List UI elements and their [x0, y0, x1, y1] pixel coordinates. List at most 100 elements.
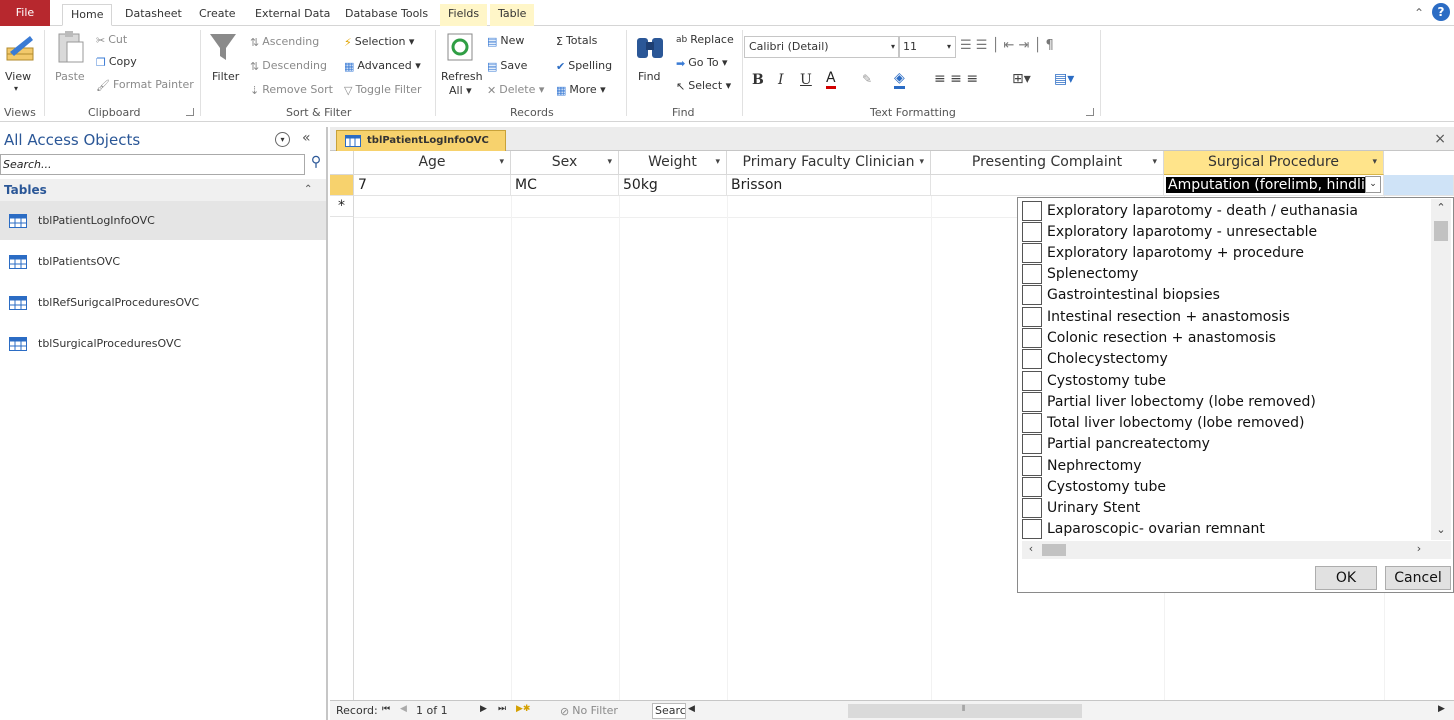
cell-presenting-complaint[interactable] — [931, 175, 1164, 196]
cell-surgical-procedure[interactable]: Amputation (forelimb, hindli ⌄ — [1164, 175, 1384, 196]
collapse-group-icon[interactable]: ⌃ — [304, 179, 312, 201]
document-tab[interactable]: tblPatientLogInfoOVC — [336, 130, 506, 151]
dropdown-option[interactable]: Cholecystectomy — [1022, 349, 1168, 370]
column-header-surgical-procedure[interactable]: Surgical Procedure ▾ — [1164, 151, 1384, 175]
save-record-button[interactable]: ▤ Save — [487, 59, 527, 73]
align-icons[interactable]: ≡ ≡ ≡ — [934, 71, 978, 87]
cut-button[interactable]: ✂ Cut — [96, 33, 127, 47]
tab-datasheet[interactable]: Datasheet — [117, 4, 190, 26]
last-record-icon[interactable]: ⏭ — [498, 704, 506, 714]
collapse-ribbon-icon[interactable]: ⌃ — [1414, 6, 1424, 20]
more-button[interactable]: ▦ More ▾ — [556, 83, 606, 97]
tab-table[interactable]: Table — [490, 4, 535, 26]
option-checkbox[interactable] — [1022, 222, 1042, 242]
dropdown-option[interactable]: Laparoscopic- ovarian remnant — [1022, 519, 1265, 540]
grid-scroll-right-icon[interactable]: ▶ — [1438, 704, 1445, 714]
option-checkbox[interactable] — [1022, 285, 1042, 305]
dropdown-horizontal-scrollbar[interactable]: ‹ › — [1022, 541, 1451, 559]
dropdown-option[interactable]: Exploratory laparotomy - death / euthana… — [1022, 201, 1358, 222]
combobox-dropdown-icon[interactable]: ⌄ — [1365, 176, 1381, 193]
nav-item-tblsurgicalproceduresovc[interactable]: tblSurgicalProceduresOVC — [0, 324, 326, 363]
scroll-right-icon[interactable]: › — [1412, 542, 1426, 555]
scroll-up-icon[interactable]: ⌃ — [1431, 201, 1451, 214]
column-filter-icon[interactable]: ▾ — [499, 151, 504, 173]
nav-search-input[interactable]: Search... — [0, 154, 305, 175]
refresh-all-label[interactable]: All ▾ — [449, 84, 472, 97]
tab-external-data[interactable]: External Data — [247, 4, 338, 26]
column-header-presenting-complaint[interactable]: Presenting Complaint ▾ — [931, 151, 1164, 175]
column-header-sex[interactable]: Sex ▾ — [511, 151, 619, 175]
font-color-icon[interactable]: A — [826, 70, 836, 89]
new-record-nav-icon[interactable]: ▶✱ — [516, 704, 530, 714]
replace-button[interactable]: ab Replace — [676, 33, 734, 46]
column-filter-icon[interactable]: ▾ — [607, 151, 612, 173]
option-checkbox[interactable] — [1022, 349, 1042, 369]
tab-home[interactable]: Home — [62, 4, 113, 26]
ok-button[interactable]: OK — [1315, 566, 1377, 590]
column-header-weight[interactable]: Weight ▾ — [619, 151, 727, 175]
option-checkbox[interactable] — [1022, 413, 1042, 433]
current-record-field[interactable]: 1 of 1 — [416, 704, 448, 717]
advanced-button[interactable]: ▦ Advanced ▾ — [344, 59, 421, 73]
fill-color-icon[interactable]: ◈ — [894, 70, 905, 89]
cell-sex[interactable]: MC — [511, 175, 619, 196]
nav-item-tblpatientloginfoovc[interactable]: tblPatientLogInfoOVC — [0, 201, 326, 240]
ascending-button[interactable]: ⇅ Ascending — [250, 35, 319, 49]
delete-record-button[interactable]: ✕ Delete ▾ — [487, 83, 544, 97]
option-checkbox[interactable] — [1022, 519, 1042, 539]
scrollbar-thumb[interactable] — [1434, 221, 1448, 241]
view-label[interactable]: View — [5, 70, 31, 83]
tab-fields[interactable]: Fields — [440, 4, 488, 26]
filter-label[interactable]: Filter — [212, 70, 239, 83]
copy-button[interactable]: ❐ Copy — [96, 55, 137, 69]
toggle-filter-button[interactable]: ▽ Toggle Filter — [344, 83, 422, 97]
new-record-selector[interactable]: * — [330, 196, 354, 217]
help-icon[interactable]: ? — [1432, 3, 1450, 21]
next-record-icon[interactable]: ▶ — [480, 704, 487, 714]
filter-button[interactable] — [208, 30, 238, 67]
remove-sort-button[interactable]: ⇣ Remove Sort — [250, 83, 333, 97]
font-name-select[interactable]: Calibri (Detail) ▾ — [744, 36, 900, 58]
option-checkbox[interactable] — [1022, 264, 1042, 284]
nav-item-tblpatientsovc[interactable]: tblPatientsOVC — [0, 242, 326, 281]
dropdown-option[interactable]: Exploratory laparotomy - unresectable — [1022, 222, 1317, 243]
scrollbar-thumb[interactable] — [1042, 544, 1066, 556]
option-checkbox[interactable] — [1022, 434, 1042, 454]
option-checkbox[interactable] — [1022, 201, 1042, 221]
view-button[interactable] — [4, 32, 36, 67]
paste-label[interactable]: Paste — [55, 70, 85, 83]
find-button[interactable] — [634, 30, 666, 67]
font-size-select[interactable]: 11 ▾ — [898, 36, 956, 58]
option-checkbox[interactable] — [1022, 371, 1042, 391]
grid-scroll-left-icon[interactable]: ◀ — [688, 704, 695, 714]
format-painter-button[interactable]: 🖌 Format Painter — [96, 78, 194, 92]
tab-database-tools[interactable]: Database Tools — [337, 4, 436, 26]
selection-button[interactable]: ⚡ Selection ▾ — [344, 35, 414, 49]
search-icon[interactable]: ⚲ — [306, 154, 326, 175]
cancel-button[interactable]: Cancel — [1385, 566, 1451, 590]
dropdown-option[interactable]: Partial liver lobectomy (lobe removed) — [1022, 392, 1316, 413]
new-record-button[interactable]: ▤ New — [487, 34, 524, 48]
cell-primary-faculty-clinician[interactable]: Brisson — [727, 175, 931, 196]
dropdown-option[interactable]: Splenectomy — [1022, 264, 1138, 285]
option-checkbox[interactable] — [1022, 392, 1042, 412]
totals-button[interactable]: Σ Totals — [556, 34, 597, 48]
underline-button[interactable]: U — [800, 72, 812, 88]
option-checkbox[interactable] — [1022, 498, 1042, 518]
tab-file[interactable]: File — [0, 0, 50, 26]
record-search-input[interactable]: Searc — [652, 703, 686, 719]
italic-button[interactable]: I — [778, 72, 784, 88]
dropdown-vertical-scrollbar[interactable]: ⌃ ⌄ — [1431, 199, 1451, 540]
dropdown-option[interactable]: Gastrointestinal biopsies — [1022, 285, 1220, 306]
select-all-corner[interactable] — [330, 151, 354, 175]
dropdown-option[interactable]: Cystostomy tube — [1022, 371, 1166, 392]
find-label[interactable]: Find — [638, 70, 661, 83]
dropdown-option[interactable]: Cystostomy tube — [1022, 477, 1166, 498]
bold-button[interactable]: B — [752, 72, 764, 88]
scroll-left-icon[interactable]: ‹ — [1024, 542, 1038, 555]
column-filter-icon[interactable]: ▾ — [919, 151, 924, 173]
view-dropdown-icon[interactable]: ▾ — [14, 84, 18, 93]
dropdown-option[interactable]: Urinary Stent — [1022, 498, 1140, 519]
dropdown-option[interactable]: Exploratory laparotomy + procedure — [1022, 243, 1304, 264]
column-header-primary-faculty-clinician[interactable]: Primary Faculty Clinician ▾ — [727, 151, 931, 175]
